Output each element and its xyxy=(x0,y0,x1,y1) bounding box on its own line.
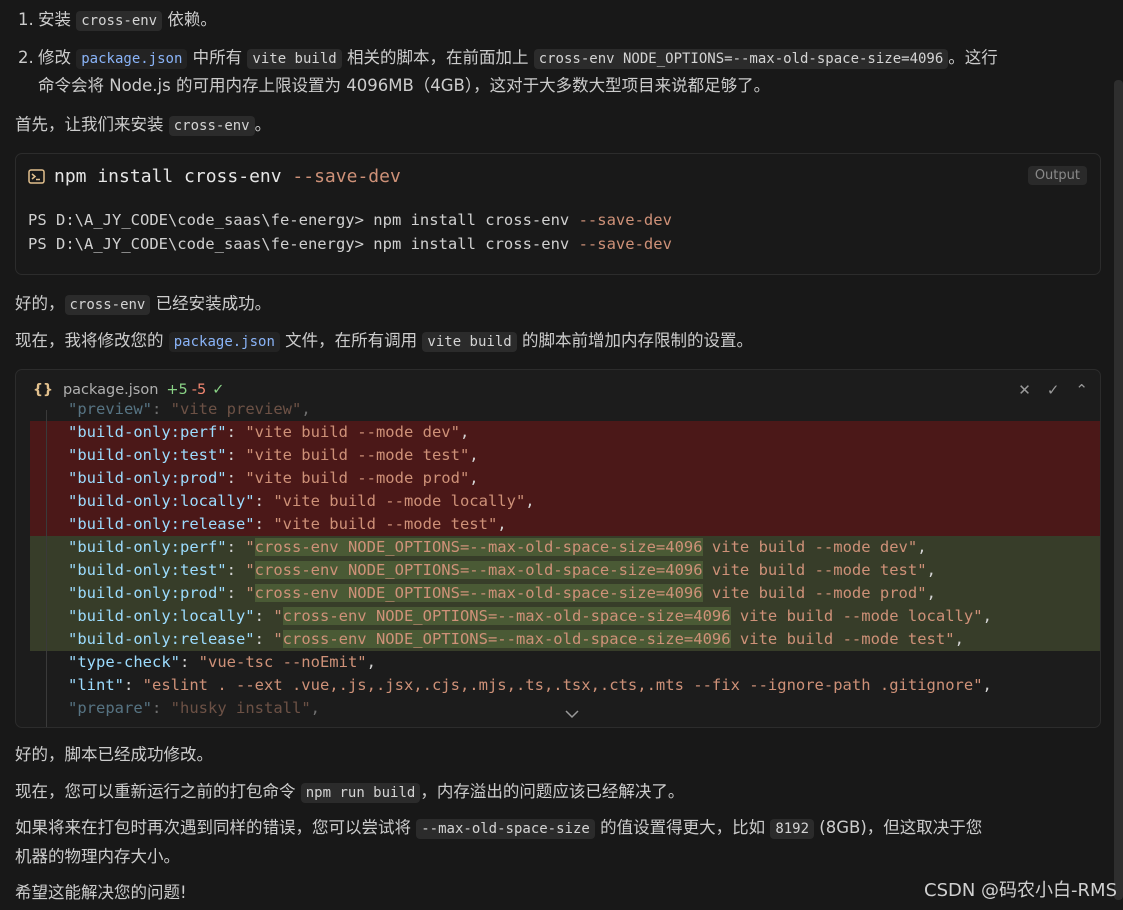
paragraph-install: 首先，让我们来安装 cross-env。 xyxy=(15,113,1099,138)
paragraph-installed: 好的， cross-env 已经安装成功。 xyxy=(15,292,1099,317)
list-number: 1. xyxy=(18,10,34,29)
code-line: "type-check": "vue-tsc --noEmit", xyxy=(68,653,376,671)
paragraph-future: 如果将来在打包时再次遇到同样的错误，您可以尝试将 --max-old-space… xyxy=(15,816,1099,841)
scrollbar[interactable] xyxy=(1114,80,1123,900)
text: 的脚本前增加内存限制的设置。 xyxy=(516,331,753,350)
added-line: "build-only:locally": "cross-env NODE_OP… xyxy=(30,605,1100,628)
added-line: "build-only:perf": "cross-env NODE_OPTIO… xyxy=(30,536,1100,559)
text: 现在，您可以重新运行之前的打包命令 xyxy=(15,782,301,801)
expand-collapse-icon[interactable]: ⌃ xyxy=(1075,381,1088,399)
removed-line: "build-only:release": "vite build --mode… xyxy=(30,513,1100,536)
text: ，内存溢出的问题应该已经解决了。 xyxy=(420,782,685,801)
text: 现在，我将修改您的 xyxy=(15,331,169,350)
terminal-line: PS D:\A_JY_CODE\code_saas\fe-energy> npm… xyxy=(28,235,672,253)
check-icon: ✓ xyxy=(212,382,225,398)
added-line: "build-only:test": "cross-env NODE_OPTIO… xyxy=(30,559,1100,582)
inline-code: vite build xyxy=(422,332,517,352)
inline-code: vite build xyxy=(247,49,342,69)
inline-code: --max-old-space-size xyxy=(416,819,595,839)
diff-filename[interactable]: package.json xyxy=(63,382,158,398)
removed-line: "build-only:locally": "vite build --mode… xyxy=(30,490,1100,513)
output-badge[interactable]: Output xyxy=(1027,166,1087,185)
added-line: "build-only:prod": "cross-env NODE_OPTIO… xyxy=(30,582,1100,605)
inline-code: cross-env xyxy=(76,11,163,31)
diff-added-count: +5 xyxy=(166,382,188,398)
text: 已经安装成功。 xyxy=(150,294,272,313)
text: 中所有 xyxy=(187,48,248,67)
terminal-block: npm install cross-env --save-dev Output … xyxy=(15,153,1101,275)
command-text: npm install cross-env xyxy=(54,166,293,187)
added-line: "build-only:release": "cross-env NODE_OP… xyxy=(30,628,1100,651)
paragraph-future-line2: 机器的物理内存大小。 xyxy=(15,847,180,866)
text: 依赖。 xyxy=(162,10,217,29)
watermark: CSDN @码农小白-RMS xyxy=(924,880,1117,901)
diff-actions: ✕ ✓ ⌃ xyxy=(1018,381,1088,399)
text: 修改 xyxy=(38,48,77,67)
text: 好的， xyxy=(15,294,65,313)
command-flag: --save-dev xyxy=(292,166,401,187)
close-icon[interactable]: ✕ xyxy=(1018,381,1031,399)
text: 。这行 xyxy=(948,48,998,67)
list-item-2-line2: 命令会将 Node.js 的可用内存上限设置为 4096MB（4GB），这对于大… xyxy=(38,76,771,95)
removed-line: "build-only:prod": "vite build --mode pr… xyxy=(30,467,1100,490)
list-item-1: 1. 安装 cross-env 依赖。 xyxy=(18,6,1099,35)
code-line: "prepare": "husky install", xyxy=(68,699,320,717)
code-line: "lint": "eslint . --ext .vue,.js,.jsx,.c… xyxy=(68,676,992,694)
text: 文件，在所有调用 xyxy=(279,331,423,350)
paragraph-done: 好的，脚本已经成功修改。 xyxy=(15,745,213,764)
code-view: "preview": "vite preview", "build-only:p… xyxy=(16,400,1100,727)
list-item-2: 2. 修改 package.json 中所有 vite build 相关的脚本，在… xyxy=(18,44,1099,73)
paragraph-rerun: 现在，您可以重新运行之前的打包命令 npm run build ，内存溢出的问题应… xyxy=(15,780,1099,805)
diff-removed-count: -5 xyxy=(191,382,207,398)
indent-guide xyxy=(46,410,47,727)
inline-code: cross-env xyxy=(168,116,255,136)
terminal-icon xyxy=(28,169,45,184)
inline-code: npm run build xyxy=(300,783,421,803)
text: 相关的脚本，在前面加上 xyxy=(341,48,534,67)
list-number: 2. xyxy=(18,48,34,67)
text: 如果将来在打包时再次遇到同样的错误，您可以尝试将 xyxy=(15,818,417,837)
code-line: "preview": "vite preview", xyxy=(68,400,311,418)
diff-block: {} package.json +5 -5 ✓ ✕ ✓ ⌃ "preview":… xyxy=(15,369,1101,728)
terminal-line: PS D:\A_JY_CODE\code_saas\fe-energy> npm… xyxy=(28,211,672,229)
inline-code: cross-env NODE_OPTIONS=--max-old-space-s… xyxy=(533,49,949,69)
json-file-icon: {} xyxy=(33,382,53,398)
terminal-command: npm install cross-env --save-dev xyxy=(28,166,401,187)
removed-line: "build-only:test": "vite build --mode te… xyxy=(30,444,1100,467)
chevron-down-icon[interactable] xyxy=(564,704,580,723)
text: 安装 xyxy=(38,10,77,29)
text: 。 xyxy=(254,115,272,134)
accept-check-icon[interactable]: ✓ xyxy=(1047,381,1060,399)
text: 首先，让我们来安装 xyxy=(15,115,169,134)
inline-code-link[interactable]: package.json xyxy=(76,49,188,69)
inline-code: cross-env xyxy=(64,295,151,315)
text: (8GB)，但这取决于您 xyxy=(814,818,983,837)
removed-line: "build-only:perf": "vite build --mode de… xyxy=(30,421,1100,444)
inline-code-link[interactable]: package.json xyxy=(168,332,280,352)
terminal-output: PS D:\A_JY_CODE\code_saas\fe-energy> npm… xyxy=(28,208,672,256)
inline-code: 8192 xyxy=(770,819,815,839)
paragraph-modify: 现在，我将修改您的 package.json 文件，在所有调用 vite bui… xyxy=(15,329,1099,354)
text: 的值设置得更大，比如 xyxy=(594,818,771,837)
